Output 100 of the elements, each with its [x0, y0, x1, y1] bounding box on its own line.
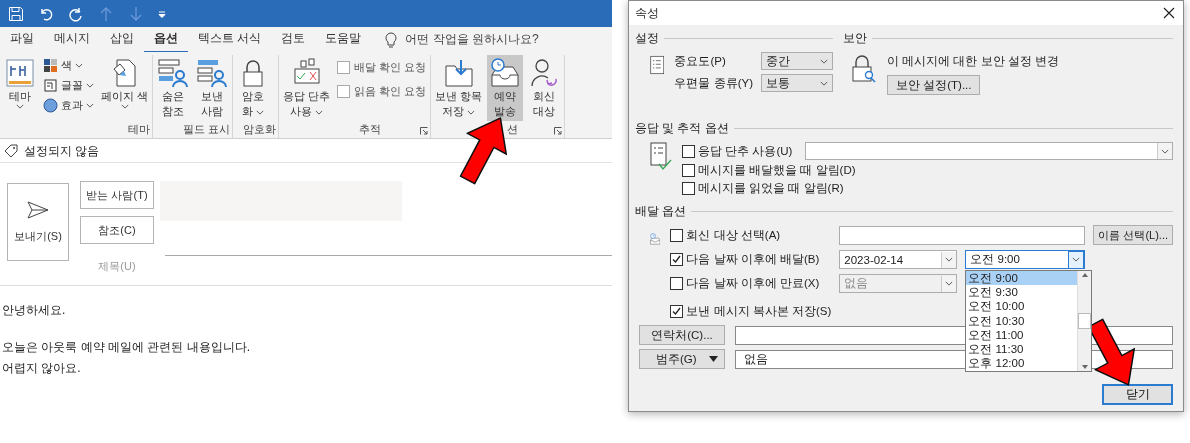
time-option[interactable]: 오전 9:00 [966, 271, 1078, 286]
checkbox[interactable] [670, 228, 684, 242]
checkbox[interactable] [337, 85, 351, 98]
chevron-down-icon [256, 109, 265, 115]
body-text: 안녕하세요. [2, 302, 66, 319]
checkbox-label: 배달 확인 요청 [354, 60, 427, 75]
chevron-down-icon [467, 109, 476, 115]
scrollbar[interactable] [1077, 271, 1092, 371]
section-heading: 설정 [635, 31, 659, 46]
body-text: 어렵지 않아요. [2, 359, 81, 377]
menu-tab[interactable]: 파일 [0, 26, 44, 53]
checkbox[interactable] [682, 182, 695, 195]
lightbulb-icon [385, 31, 398, 48]
ribbon-icon [43, 78, 58, 93]
ribbon-button[interactable]: 회신 대상 [526, 55, 563, 121]
chevron-down-icon [75, 63, 83, 68]
menu-tab[interactable]: 삽입 [100, 26, 144, 53]
tag-icon [4, 144, 18, 158]
scroll-up-icon[interactable] [1080, 271, 1089, 279]
time-option[interactable]: 오전 11:00 [966, 327, 1078, 342]
ribbon-button[interactable]: 페이지 색 [99, 55, 151, 121]
group-label: 션 [506, 122, 519, 137]
chevron-down-icon [1161, 148, 1169, 154]
time-option[interactable]: 오전 10:00 [966, 299, 1078, 314]
time-option[interactable]: 오전 10:30 [966, 313, 1078, 328]
redo-icon[interactable] [68, 5, 84, 22]
subject-label: 제목(U) [97, 259, 137, 274]
checkbox[interactable] [682, 164, 695, 177]
chevron-down-icon [315, 109, 324, 115]
sensitivity-label: 설정되지 않음 [24, 143, 100, 159]
security-settings-button[interactable]: 보안 설정(T)... [887, 75, 981, 95]
dialog-launcher-icon[interactable] [420, 127, 429, 135]
ribbon-button[interactable]: 암호 화 [235, 55, 272, 121]
select-names-button[interactable]: 이름 선택(L)... [1093, 225, 1173, 245]
reply-to-field[interactable] [839, 225, 1086, 245]
chevron-down-icon [16, 103, 24, 109]
section-heading: 보안 [843, 31, 867, 46]
categories-button[interactable]: 범주(G) [639, 349, 725, 369]
dialog-title: 속성 [635, 5, 659, 21]
save-icon[interactable] [8, 5, 24, 22]
ribbon-button[interactable]: 글꼴 [41, 77, 96, 94]
ribbon-icon [489, 57, 522, 89]
contacts-button[interactable]: 연락처(C)... [639, 325, 725, 345]
dialog-launcher-icon[interactable] [554, 127, 563, 135]
customize-icon[interactable] [158, 9, 166, 18]
scrollbar-thumb[interactable] [1078, 313, 1092, 329]
to-button[interactable]: 받는 사람(T) [80, 181, 154, 209]
section-heading: 배달 옵션 [635, 204, 687, 219]
checkbox-label: 메시지를 배달했을 때 알림(D) [698, 163, 856, 178]
chevron-down-icon [820, 80, 828, 86]
checkbox-label: 메시지를 읽었을 때 알림(R) [698, 181, 844, 196]
close-icon[interactable] [1163, 7, 1175, 19]
chevron-down-icon [1072, 257, 1081, 262]
group-label: 테마 [128, 122, 151, 137]
send-icon [27, 200, 49, 219]
time-option[interactable]: 오전 9:30 [966, 285, 1078, 300]
dropdown[interactable]: 중간 [761, 52, 833, 70]
checkbox-label: 읽음 확인 요청 [354, 84, 427, 99]
checkbox-label: 보낸 메시지 복사본 저장(S) [686, 304, 832, 319]
ribbon-icon [43, 98, 58, 113]
ribbon-button[interactable]: 보낸 항목 저장 [433, 55, 485, 121]
search-field[interactable]: 어떤 작업을 원하시나요? [405, 31, 539, 48]
ribbon-icon [4, 57, 36, 89]
group-label: 추적 [357, 122, 381, 137]
lock-icon [851, 54, 877, 84]
menu-tab[interactable]: 도움말 [315, 26, 372, 53]
time-dropdown[interactable]: 오전 9:00 [965, 250, 1086, 269]
scroll-down-icon[interactable] [1080, 363, 1089, 371]
close-button[interactable]: 닫기 [1102, 384, 1173, 405]
ribbon-icon [442, 57, 475, 89]
ribbon-icon [157, 57, 190, 89]
ribbon-button[interactable]: 색 [41, 57, 96, 74]
checkbox-label: 다음 날짜 이후에 만료(X) [686, 276, 820, 291]
ribbon-button[interactable]: 예약 발송 [487, 55, 524, 121]
ribbon-button[interactable]: 효과 [41, 97, 96, 114]
chevron-down-icon [945, 257, 954, 262]
cc-button[interactable]: 참조(C) [80, 216, 154, 244]
checkbox[interactable] [670, 253, 684, 266]
checkbox[interactable] [337, 61, 351, 74]
ribbon-button[interactable]: 숨은 참조 [155, 55, 192, 121]
section-heading: 응답 및 추적 옵션 [635, 121, 729, 136]
checkbox-label: 다음 날짜 이후에 배달(B) [686, 252, 820, 267]
caret-icon [709, 356, 718, 362]
chevron-down-icon [86, 103, 94, 108]
date-dropdown[interactable]: 2023-02-14 [839, 250, 958, 269]
checkbox-label: 응답 단추 사용(U) [698, 143, 793, 159]
menu-tab[interactable]: 검토 [271, 26, 316, 53]
checkbox[interactable] [682, 144, 695, 158]
ribbon-icon [43, 58, 58, 73]
menu-tab[interactable]: 메시지 [44, 26, 100, 53]
ribbon-button[interactable]: 테마 [2, 55, 38, 121]
ribbon-button[interactable]: 응답 단추 사용 [281, 55, 333, 121]
dropdown[interactable]: 보통 [761, 74, 833, 92]
ribbon-button[interactable]: 보낸 사람 [194, 55, 231, 121]
send-button[interactable]: 보내기(S) [7, 183, 69, 261]
checkbox[interactable] [670, 305, 684, 318]
time-option[interactable]: 오후 12:00 [966, 356, 1078, 371]
checklist-icon [650, 142, 672, 172]
menu-tab[interactable]: 텍스트 서식 [188, 26, 272, 53]
security-text: 이 메시지에 대한 보안 설정 변경 [887, 54, 1059, 69]
